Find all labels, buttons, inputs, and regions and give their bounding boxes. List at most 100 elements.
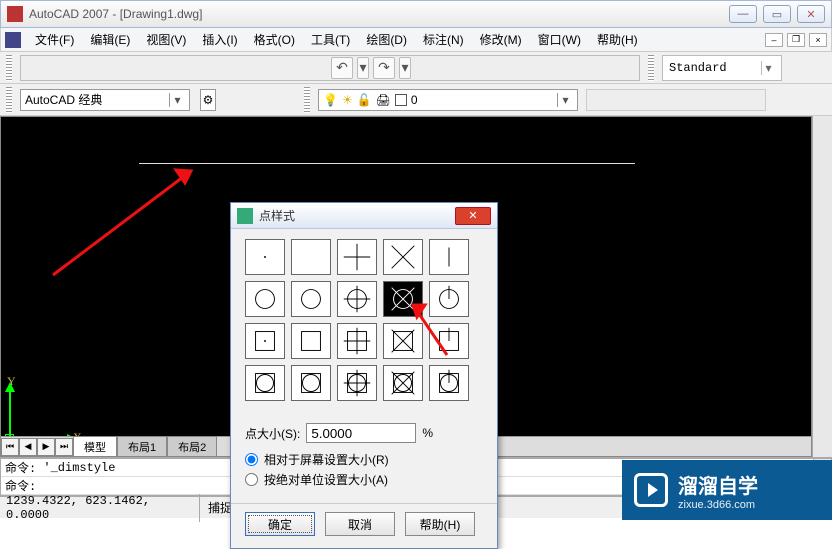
point-size-row: 点大小(S): % [245,423,483,443]
standard-toolbar: ↶ ▾ ↷ ▾ Standard ▾ [0,52,832,84]
radio-relative-input[interactable] [245,453,258,466]
workspace-settings-button[interactable]: ⚙ [200,89,216,111]
tab-nav-last[interactable]: ⏭ [55,438,73,456]
mdi-restore-button[interactable]: ❐ [787,33,805,47]
workspace-toolbar: AutoCAD 经典 ▾ ⚙ 💡 ☀ 🔓 🖨 0 ▾ [0,84,832,116]
standard-toolbar-block: ↶ ▾ ↷ ▾ [20,55,640,81]
textstyle-value: Standard [669,61,761,75]
play-icon [634,473,668,507]
dialog-icon [237,208,253,224]
pt-style-sq-circle-plus[interactable] [337,365,377,401]
radio-absolute[interactable]: 按绝对单位设置大小(A) [245,471,483,488]
pt-style-square[interactable] [245,323,285,359]
pt-style-sq-circle-blank[interactable] [291,365,331,401]
radio-relative-label: 相对于屏幕设置大小(R) [264,451,389,468]
watermark-brand: 溜溜自学 [678,470,758,499]
point-style-dialog: 点样式 ✕ 点大小(S): % [230,202,498,549]
menu-view[interactable]: 视图(V) [138,29,194,50]
pt-style-circle-blank[interactable] [291,281,331,317]
help-button[interactable]: 帮助(H) [405,512,475,536]
textstyle-dropdown[interactable]: Standard ▾ [662,55,782,81]
pt-style-square-plus[interactable] [337,323,377,359]
pt-style-sq-circle-tick[interactable] [429,365,469,401]
undo-button[interactable]: ↶ [331,57,353,79]
mdi-min-button[interactable]: – [765,33,783,47]
window-titlebar: AutoCAD 2007 - [Drawing1.dwg] — ▭ ✕ [0,0,832,28]
drawn-line [139,163,635,164]
lock-icon: 🔓 [357,93,372,107]
menu-window[interactable]: 窗口(W) [530,29,589,50]
pt-style-sq-circle-x[interactable] [383,365,423,401]
point-size-unit: % [422,426,433,440]
toolbar-grip[interactable] [6,55,12,81]
tab-layout2[interactable]: 布局2 [167,436,217,458]
status-coordinates[interactable]: 1239.4322, 623.1462, 0.0000 [0,494,200,522]
maximize-button[interactable]: ▭ [763,5,791,23]
chevron-down-icon: ▾ [761,61,775,75]
mdi-close-button[interactable]: × [809,33,827,47]
layer-color-swatch [395,94,407,106]
point-size-input[interactable] [306,423,416,443]
pt-style-tick[interactable] [429,239,469,275]
pt-style-circle-plus[interactable] [337,281,377,317]
menu-modify[interactable]: 修改(M) [472,29,530,50]
redo-button[interactable]: ↷ [373,57,395,79]
point-style-grid [231,229,497,407]
tab-model[interactable]: 模型 [73,436,117,458]
pt-style-square-blank[interactable] [291,323,331,359]
dialog-close-button[interactable]: ✕ [455,207,491,225]
point-size-label: 点大小(S): [245,425,300,442]
dialog-title: 点样式 [259,207,455,224]
menu-format[interactable]: 格式(O) [246,29,303,50]
pt-style-plus[interactable] [337,239,377,275]
pt-style-x[interactable] [383,239,423,275]
close-button[interactable]: ✕ [797,5,825,23]
menu-help[interactable]: 帮助(H) [589,29,646,50]
toolbar-grip[interactable] [6,87,12,113]
pt-style-sq-circle[interactable] [245,365,285,401]
cancel-button[interactable]: 取消 [325,512,395,536]
toolbar-grip[interactable] [304,87,310,113]
layer-tools-block [586,89,766,111]
radio-absolute-input[interactable] [245,473,258,486]
menu-tools[interactable]: 工具(T) [303,29,358,50]
undo-dropdown[interactable]: ▾ [357,57,369,79]
workspace-dropdown[interactable]: AutoCAD 经典 ▾ [20,89,190,111]
sun-icon: ☀ [342,93,353,107]
menu-draw[interactable]: 绘图(D) [358,29,415,50]
tab-nav-prev[interactable]: ◀ [19,438,37,456]
redo-dropdown[interactable]: ▾ [399,57,411,79]
tab-nav-first[interactable]: ⏮ [1,438,19,456]
bulb-icon: 💡 [323,93,338,107]
command-prompt: 命令: [5,459,36,476]
window-title: AutoCAD 2007 - [Drawing1.dwg] [29,7,729,21]
menu-dim[interactable]: 标注(N) [415,29,472,50]
menu-file[interactable]: 文件(F) [27,29,82,50]
annotation-arrow-dialog [407,299,457,363]
plot-icon: 🖨 [376,93,391,107]
vertical-scrollbar[interactable] [812,116,832,457]
pt-style-circle[interactable] [245,281,285,317]
toolbar-grip[interactable] [648,55,654,81]
menu-edit[interactable]: 编辑(E) [82,29,138,50]
pt-style-none[interactable] [291,239,331,275]
command-prompt: 命令: [5,477,36,494]
chevron-down-icon: ▾ [557,93,573,107]
minimize-button[interactable]: — [729,5,757,23]
layer-dropdown[interactable]: 💡 ☀ 🔓 🖨 0 ▾ [318,89,578,111]
dialog-titlebar[interactable]: 点样式 ✕ [231,203,497,229]
app-menu-icon [5,32,21,48]
watermark-banner: 溜溜自学 zixue.3d66.com [622,460,832,520]
workspace-value: AutoCAD 经典 [25,91,169,108]
menu-insert[interactable]: 插入(I) [194,29,245,50]
layer-name: 0 [411,93,418,107]
dialog-button-row: 确定 取消 帮助(H) [231,503,497,548]
pt-style-dot[interactable] [245,239,285,275]
command-text: '_dimstyle [43,461,115,475]
menu-bar: 文件(F) 编辑(E) 视图(V) 插入(I) 格式(O) 工具(T) 绘图(D… [0,28,832,52]
tab-nav-next[interactable]: ▶ [37,438,55,456]
ok-button[interactable]: 确定 [245,512,315,536]
radio-relative[interactable]: 相对于屏幕设置大小(R) [245,451,483,468]
tab-layout1[interactable]: 布局1 [117,436,167,458]
app-icon [7,6,23,22]
